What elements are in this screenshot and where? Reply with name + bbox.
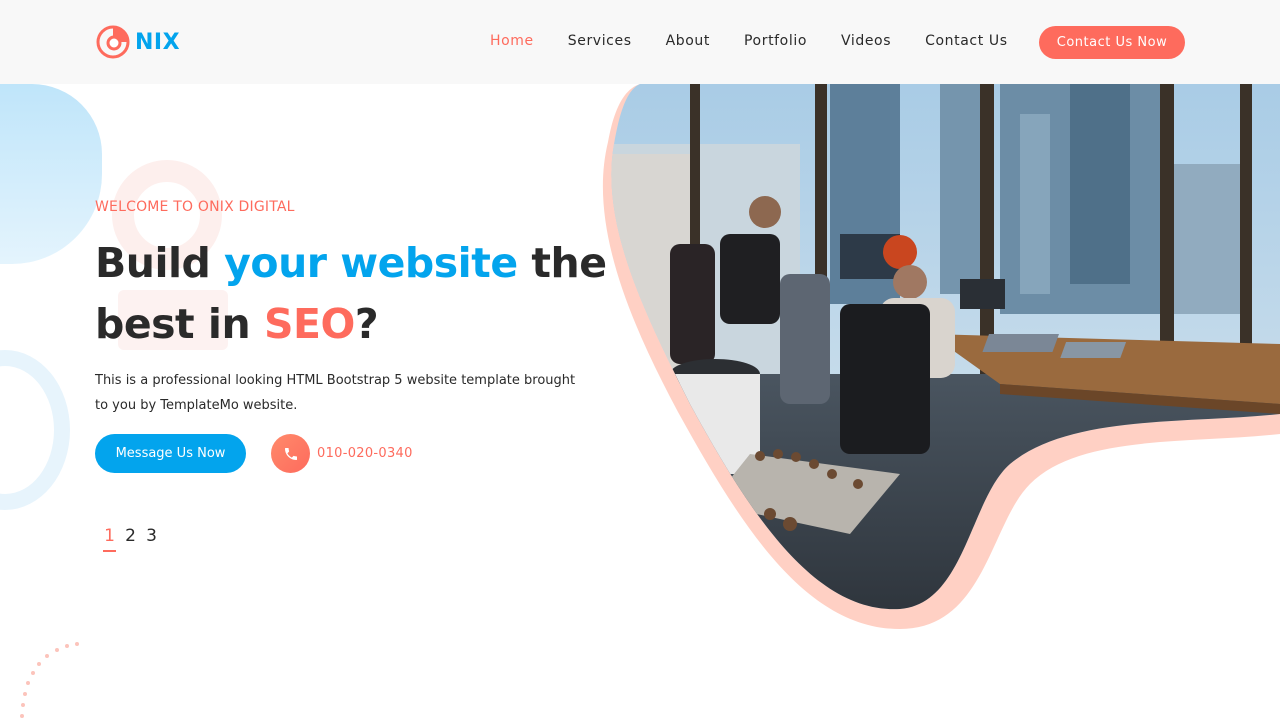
headline-part: ?	[354, 300, 379, 348]
decorative-dots	[20, 642, 79, 718]
pagination-item-1[interactable]: 1	[103, 526, 116, 552]
nav-about[interactable]: About	[666, 33, 710, 49]
nav-portfolio[interactable]: Portfolio	[744, 33, 807, 49]
nix-logo-icon	[96, 25, 130, 59]
nav-services[interactable]: Services	[568, 33, 632, 49]
decorative-ring	[0, 350, 70, 510]
hero-eyebrow: WELCOME TO ONIX DIGITAL	[95, 199, 295, 215]
nav-videos[interactable]: Videos	[841, 33, 891, 49]
hero-office-image	[602, 84, 1280, 629]
nav-contact-us[interactable]: Contact Us	[925, 33, 1007, 49]
logo[interactable]: NIX	[95, 24, 180, 60]
pagination-item-2[interactable]: 2	[124, 526, 137, 552]
main-nav: Home Services About Portfolio Videos Con…	[490, 33, 1008, 49]
pagination-item-3[interactable]: 3	[145, 526, 158, 552]
headline-highlight-red: SEO	[263, 300, 355, 348]
hero-description: This is a professional looking HTML Boot…	[95, 373, 576, 413]
site-header: NIX Home Services About Portfolio Videos…	[0, 0, 1280, 84]
phone-button[interactable]	[271, 434, 310, 473]
contact-us-now-button[interactable]: Contact Us Now	[1039, 26, 1185, 59]
headline-highlight-blue: your website	[224, 239, 518, 287]
headline-part: Build	[95, 239, 225, 287]
decorative-blob	[0, 84, 102, 264]
hero-headline: Build your website the best in SEO?	[95, 233, 615, 355]
message-us-now-button[interactable]: Message Us Now	[95, 434, 246, 473]
nav-home[interactable]: Home	[490, 33, 534, 49]
brand-name: NIX	[135, 29, 181, 55]
phone-icon	[284, 447, 297, 460]
phone-number-link[interactable]: 010-020-0340	[317, 446, 413, 461]
slider-pagination: 1 2 3	[103, 526, 158, 552]
